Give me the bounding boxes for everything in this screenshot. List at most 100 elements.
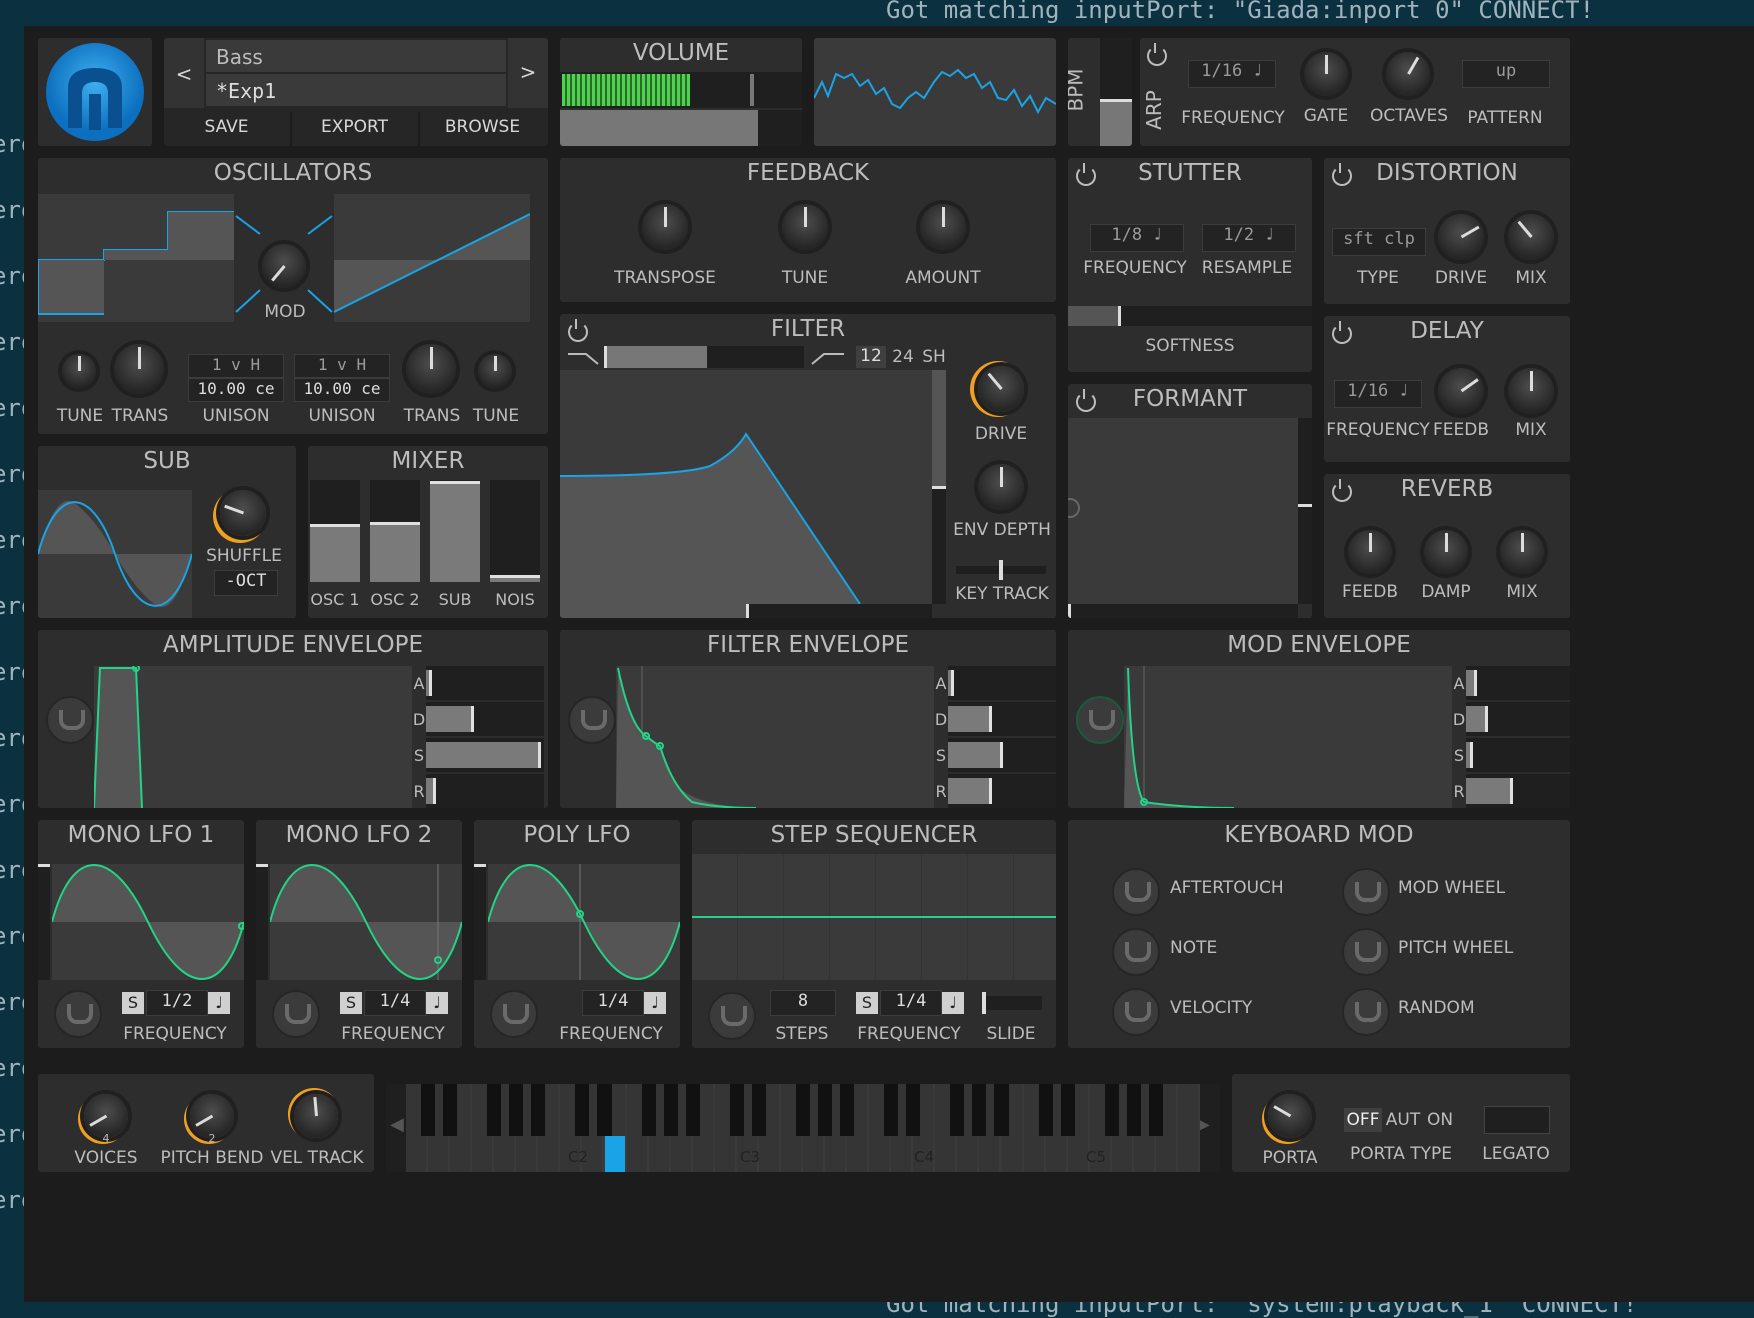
black-key[interactable]	[972, 1084, 987, 1136]
distortion-mix-knob[interactable]	[1508, 214, 1554, 260]
osc1-tune-knob[interactable]	[62, 354, 96, 388]
lfo2-note-icon[interactable]: ♩	[426, 992, 448, 1014]
black-key[interactable]	[817, 1084, 833, 1136]
env-a-slider[interactable]	[1466, 666, 1570, 700]
black-key[interactable]	[1126, 1084, 1141, 1136]
porta-type-on[interactable]: ON	[1424, 1110, 1456, 1130]
step-seq-note-icon[interactable]: ♩	[942, 992, 964, 1014]
porta-type-off[interactable]: OFF	[1344, 1108, 1382, 1132]
mixer-fader-3[interactable]	[490, 480, 540, 582]
env-d-slider[interactable]	[948, 702, 1056, 736]
prev-preset-button[interactable]: <	[164, 38, 204, 108]
aftertouch-mod-source-icon[interactable]	[1112, 868, 1160, 916]
osc1-unison-voices[interactable]: 1 v H	[188, 354, 284, 378]
volume-slider[interactable]	[560, 110, 802, 146]
feedback-amount-knob[interactable]	[920, 204, 966, 250]
distortion-drive-knob[interactable]	[1438, 214, 1484, 260]
arp-gate-knob[interactable]	[1304, 52, 1348, 96]
slope-12-button[interactable]: 12	[856, 346, 886, 368]
step-seq-mod-source-icon[interactable]	[708, 992, 756, 1040]
env-d-slider[interactable]	[426, 702, 544, 736]
mod-wheel-mod-source-icon[interactable]	[1342, 868, 1390, 916]
stutter-frequency-display[interactable]: 1/8 ♩	[1090, 224, 1184, 252]
step-seq-steps-display[interactable]: 8	[770, 990, 836, 1016]
black-key[interactable]	[597, 1084, 612, 1136]
black-key[interactable]	[663, 1084, 678, 1136]
black-key[interactable]	[1104, 1084, 1119, 1136]
white-key[interactable]	[1177, 1084, 1198, 1172]
black-key[interactable]	[420, 1084, 436, 1136]
lfo2-frequency-display[interactable]: 1/4	[364, 990, 426, 1016]
step-seq-slide-slider[interactable]	[982, 992, 1042, 1014]
black-key[interactable]	[685, 1084, 700, 1136]
mono-lfo1-display[interactable]	[52, 864, 244, 980]
note-mod-source-icon[interactable]	[1112, 928, 1160, 976]
lfo2-mod-source-icon[interactable]	[272, 990, 320, 1038]
amp-env-mod-source-icon[interactable]	[46, 696, 94, 744]
osc1-unison-detune[interactable]: 10.00 ce	[188, 378, 284, 402]
env-a-slider[interactable]	[426, 666, 544, 700]
lfo2-sync-button[interactable]: S	[340, 992, 362, 1014]
black-key[interactable]	[443, 1084, 458, 1136]
stutter-resample-display[interactable]: 1/2 ♩	[1202, 224, 1296, 252]
arp-pattern-display[interactable]: up	[1462, 60, 1550, 88]
filter-response-display[interactable]	[560, 370, 932, 604]
osc1-wave-display[interactable]	[38, 194, 234, 322]
filter-envelope-graph[interactable]	[616, 666, 934, 808]
random-mod-source-icon[interactable]	[1342, 988, 1390, 1036]
filter-type-slider[interactable]	[604, 346, 804, 368]
reverb-feedback-knob[interactable]	[1348, 530, 1392, 574]
feedback-tune-knob[interactable]	[782, 204, 828, 250]
black-key[interactable]	[884, 1084, 899, 1136]
step-seq-frequency-display[interactable]: 1/4	[880, 990, 942, 1016]
sub-shuffle-knob[interactable]	[220, 490, 266, 536]
key-track-slider[interactable]	[956, 560, 1046, 580]
black-key[interactable]	[840, 1084, 855, 1136]
env-s-slider[interactable]	[1466, 738, 1570, 772]
arp-power-icon[interactable]	[1147, 43, 1167, 66]
mod-envelope-graph[interactable]	[1124, 666, 1452, 808]
black-key[interactable]	[1148, 1084, 1163, 1136]
black-key[interactable]	[729, 1084, 744, 1136]
poly-lfo-amp-slider[interactable]	[474, 864, 486, 980]
env-r-slider[interactable]	[426, 774, 544, 808]
poly-lfo-mod-source-icon[interactable]	[490, 990, 538, 1038]
mod-env-mod-source-icon[interactable]	[1076, 696, 1124, 744]
velocity-mod-source-icon[interactable]	[1112, 988, 1160, 1036]
keyboard-scroll-left-icon[interactable]: ◀	[390, 1114, 404, 1135]
poly-lfo-display[interactable]	[488, 864, 680, 980]
preset-name[interactable]: *Exp1	[206, 74, 506, 106]
black-key[interactable]	[1060, 1084, 1075, 1136]
feedback-transpose-knob[interactable]	[642, 204, 688, 250]
black-key[interactable]	[531, 1084, 546, 1136]
filter-cutoff-slider[interactable]	[560, 604, 932, 618]
porta-type-aut[interactable]: AUT	[1384, 1110, 1422, 1130]
osc2-unison-voices[interactable]: 1 v H	[294, 354, 390, 378]
formant-x-slider[interactable]	[1068, 604, 1298, 618]
env-s-slider[interactable]	[426, 738, 544, 772]
mixer-fader-2[interactable]	[430, 480, 480, 582]
arp-octaves-knob[interactable]	[1386, 52, 1430, 96]
osc2-wave-display[interactable]	[334, 194, 530, 322]
filter-env-mod-source-icon[interactable]	[568, 696, 616, 744]
reverb-mix-knob[interactable]	[1500, 530, 1544, 574]
osc2-trans-knob[interactable]	[406, 344, 456, 394]
black-key[interactable]	[906, 1084, 921, 1136]
formant-xy-pad[interactable]	[1068, 418, 1298, 604]
lfo1-note-icon[interactable]: ♩	[208, 992, 230, 1014]
mixer-fader-0[interactable]	[310, 480, 360, 582]
poly-lfo-note-icon[interactable]: ♩	[644, 992, 666, 1014]
poly-lfo-frequency-display[interactable]: 1/4	[582, 990, 644, 1016]
formant-y-slider[interactable]	[1298, 418, 1312, 604]
env-r-slider[interactable]	[1466, 774, 1570, 808]
delay-feedback-knob[interactable]	[1438, 368, 1484, 414]
osc2-unison-detune[interactable]: 10.00 ce	[294, 378, 390, 402]
lfo1-frequency-display[interactable]: 1/2	[146, 990, 208, 1016]
step-seq-sync-button[interactable]: S	[856, 992, 878, 1014]
slope-24-button[interactable]: 24	[888, 347, 918, 367]
filter-drive-knob[interactable]	[978, 366, 1024, 412]
sub-octave-display[interactable]: -OCT	[214, 570, 278, 596]
mono-lfo1-amp-slider[interactable]	[38, 864, 50, 980]
browse-button[interactable]: BROWSE	[420, 117, 545, 137]
white-key-active[interactable]	[604, 1136, 625, 1172]
